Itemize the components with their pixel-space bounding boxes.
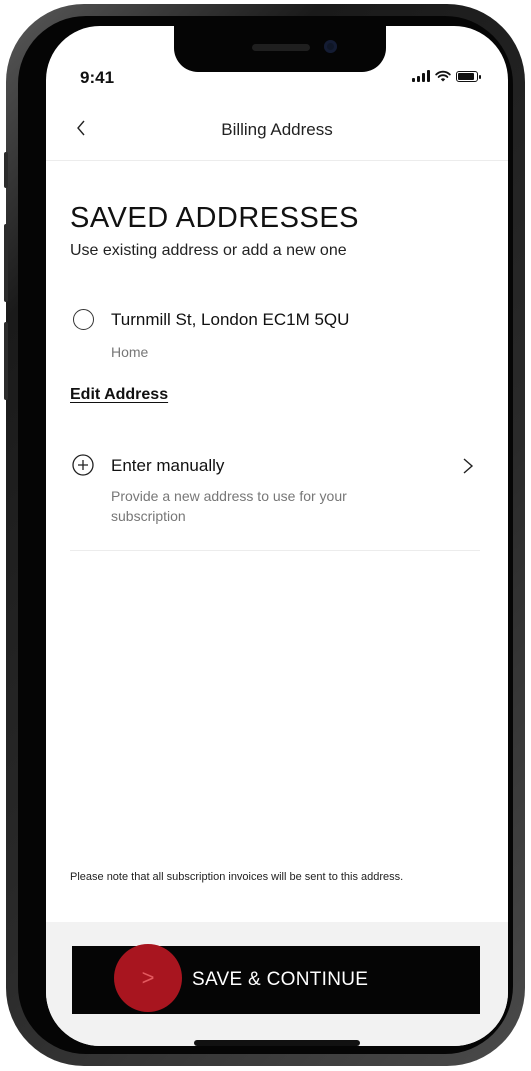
address-line: Turnmill St, London EC1M 5QU <box>111 310 350 329</box>
status-time: 9:41 <box>80 68 115 87</box>
wifi-icon <box>435 70 451 82</box>
edit-address-link[interactable]: Edit Address <box>70 386 168 404</box>
side-button-volume-up <box>4 224 8 302</box>
side-button-volume-down <box>4 322 8 400</box>
chevron-right-icon <box>463 458 474 474</box>
navigation-bar: Billing Address <box>46 96 508 161</box>
battery-icon <box>456 70 481 82</box>
saved-address-option[interactable]: Turnmill St, London EC1M 5QU Home <box>70 308 470 368</box>
status-icons <box>412 70 481 82</box>
section-subheading: Use existing address or add a new one <box>70 242 347 259</box>
radio-button[interactable] <box>73 309 94 330</box>
signal-icon <box>412 70 430 82</box>
save-continue-label: SAVE & CONTINUE <box>192 969 369 990</box>
address-tag: Home <box>111 344 149 360</box>
enter-manually-title: Enter manually <box>111 456 225 475</box>
notch <box>174 26 386 72</box>
speaker-grille <box>252 44 310 51</box>
save-continue-button[interactable]: > SAVE & CONTINUE <box>72 944 480 1014</box>
section-heading: SAVED ADDRESSES <box>70 202 360 234</box>
enter-manually-description: Provide a new address to use for your su… <box>111 488 347 524</box>
invoice-note: Please note that all subscription invoic… <box>70 871 404 883</box>
arrow-right-icon: > <box>114 944 182 1012</box>
page-title: Billing Address <box>221 120 333 139</box>
front-camera <box>324 40 337 53</box>
side-button-silent <box>4 152 8 188</box>
enter-manually-row[interactable]: Enter manually Provide a new address to … <box>70 454 480 551</box>
app-screen: 9:41 Billing Address SAVED ADDRESSES Use… <box>46 26 508 1046</box>
plus-circle-icon <box>72 454 94 476</box>
home-indicator <box>194 1040 360 1046</box>
